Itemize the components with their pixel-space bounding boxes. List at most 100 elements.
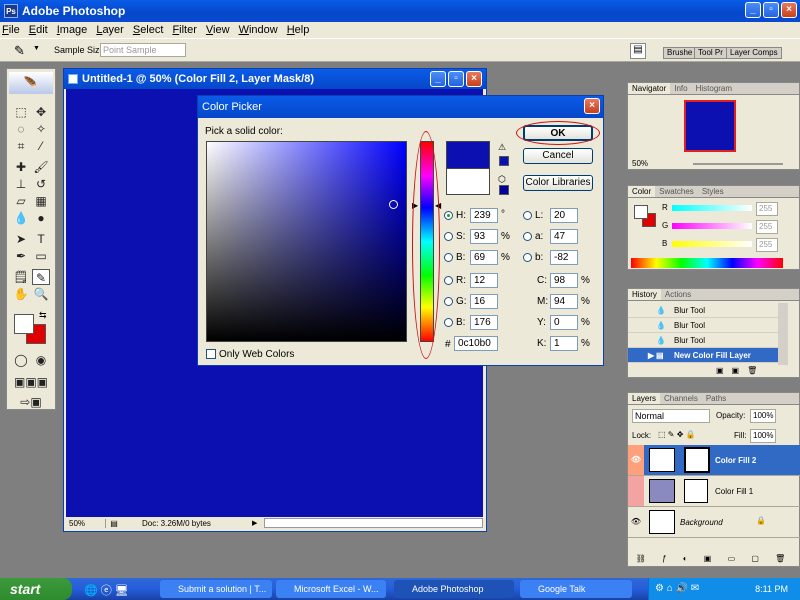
blue-field[interactable]: 176: [470, 315, 498, 330]
lightness-radio[interactable]: [523, 211, 532, 220]
history-item-active[interactable]: ▶ ▤ New Color Fill Layer: [628, 348, 778, 363]
tab-paths[interactable]: Paths: [702, 393, 730, 404]
dodge-tool-icon[interactable]: ●: [32, 210, 50, 226]
crop-tool-icon[interactable]: ⌗: [12, 138, 30, 154]
web-safe-swatch[interactable]: [499, 185, 509, 195]
quick-launch-icons[interactable]: 🌐 ⓔ 🖥: [84, 582, 129, 598]
tab-brushes[interactable]: Brushe: [663, 47, 697, 59]
menu-image[interactable]: Image: [57, 24, 88, 36]
color-picker-title-bar[interactable]: Color Picker ×: [198, 96, 603, 118]
history-item[interactable]: 💧 Blur Tool: [628, 318, 778, 333]
history-item[interactable]: 💧 Blur Tool: [628, 303, 778, 318]
doc-maximize-button[interactable]: ▫: [448, 71, 464, 87]
layer-mask-thumbnail[interactable]: [684, 479, 708, 503]
swap-colors-icon[interactable]: ⇆: [39, 310, 47, 321]
current-color-preview[interactable]: [446, 169, 490, 195]
visibility-eye-icon[interactable]: 👁: [628, 507, 644, 537]
blue-radio[interactable]: [444, 318, 453, 327]
color-picker-close-button[interactable]: ×: [584, 98, 600, 114]
move-tool-icon[interactable]: ✥: [32, 104, 50, 120]
menu-layer[interactable]: Layer: [96, 24, 124, 36]
brush-tool-icon[interactable]: 🖌: [32, 159, 50, 175]
menu-help[interactable]: Help: [287, 24, 310, 36]
tray-icons[interactable]: ⚙ ⌂ 🔊 ✉: [655, 578, 699, 600]
menu-file[interactable]: File: [2, 24, 20, 36]
green-slider[interactable]: [672, 223, 752, 229]
tab-histogram[interactable]: Histogram: [692, 83, 736, 94]
navigator-zoom[interactable]: 50%: [632, 159, 648, 168]
minimize-button[interactable]: _: [745, 2, 761, 18]
a-channel-radio[interactable]: [523, 232, 532, 241]
tab-history[interactable]: History: [628, 289, 661, 300]
opacity-field[interactable]: 100%: [750, 409, 776, 423]
red-value[interactable]: 255: [756, 202, 778, 216]
doc-close-button[interactable]: ×: [466, 71, 482, 87]
tab-channels[interactable]: Channels: [660, 393, 702, 404]
tab-actions[interactable]: Actions: [661, 289, 695, 300]
taskbar-item-google-talk[interactable]: Google Talk: [520, 580, 632, 598]
a-channel-field[interactable]: 47: [550, 229, 578, 244]
maximize-button[interactable]: ▫: [763, 2, 779, 18]
blue-slider[interactable]: [672, 241, 752, 247]
doc-minimize-button[interactable]: _: [430, 71, 446, 87]
blue-value[interactable]: 255: [756, 238, 778, 252]
yellow-field[interactable]: 0: [550, 315, 578, 330]
tab-swatches[interactable]: Swatches: [655, 186, 698, 197]
fill-field[interactable]: 100%: [750, 429, 776, 443]
start-button[interactable]: start: [0, 578, 72, 600]
pen-tool-icon[interactable]: ✒: [12, 248, 30, 264]
green-value[interactable]: 255: [756, 220, 778, 234]
layer-link-box[interactable]: [628, 476, 644, 506]
close-button[interactable]: ×: [781, 2, 797, 18]
tab-styles[interactable]: Styles: [698, 186, 728, 197]
green-radio[interactable]: [444, 297, 453, 306]
saturation-field[interactable]: 93: [470, 229, 498, 244]
tab-layer-comps[interactable]: Layer Comps: [726, 47, 782, 59]
type-tool-icon[interactable]: T: [32, 231, 50, 247]
b-channel-field[interactable]: -82: [550, 250, 578, 265]
navigator-thumbnail[interactable]: [684, 100, 736, 152]
lightness-field[interactable]: 20: [550, 208, 578, 223]
color-fg-swatch[interactable]: [634, 205, 648, 219]
blend-mode-select[interactable]: Normal: [632, 409, 710, 423]
color-ramp[interactable]: [631, 258, 783, 268]
green-field[interactable]: 16: [470, 294, 498, 309]
hex-field[interactable]: 0c10b0: [454, 336, 498, 351]
tab-navigator[interactable]: Navigator: [628, 83, 671, 94]
menu-edit[interactable]: Edit: [29, 24, 48, 36]
menu-select[interactable]: Select: [133, 24, 164, 36]
b-channel-radio[interactable]: [523, 253, 532, 262]
history-item[interactable]: 💧 Blur Tool: [628, 333, 778, 348]
eyedropper-icon[interactable]: ✎: [14, 43, 25, 59]
gradient-tool-icon[interactable]: ▦: [32, 193, 50, 209]
eyedropper-tool-icon[interactable]: ✎: [32, 269, 50, 285]
screen-mode-icons[interactable]: ▣▣▣: [10, 374, 52, 390]
taskbar-item-excel[interactable]: Microsoft Excel - W...: [276, 580, 386, 598]
notes-tool-icon[interactable]: 🗒: [12, 269, 30, 285]
cancel-button[interactable]: Cancel: [523, 148, 593, 164]
quick-mask-icon[interactable]: ◉: [32, 352, 50, 368]
document-title-bar[interactable]: Untitled-1 @ 50% (Color Fill 2, Layer Ma…: [64, 69, 486, 89]
stamp-tool-icon[interactable]: ⊥: [12, 176, 30, 192]
web-colors-checkbox[interactable]: [206, 349, 216, 359]
layer-row[interactable]: Color Fill 1: [628, 476, 800, 507]
navigator-zoom-slider[interactable]: [693, 163, 783, 165]
lasso-tool-icon[interactable]: ◌: [12, 121, 30, 137]
zoom-level[interactable]: 50%: [66, 518, 106, 528]
layers-footer-icons[interactable]: ⛓ ƒ ◐ ▣ ▭ ▢ 🗑: [628, 554, 800, 566]
gamut-swatch[interactable]: [499, 156, 509, 166]
history-brush-icon[interactable]: ↺: [32, 176, 50, 192]
lock-icons[interactable]: ⬚ ✎ ✥ 🔒: [658, 430, 696, 439]
history-scrollbar[interactable]: [778, 303, 788, 365]
visibility-eye-icon[interactable]: 👁: [628, 445, 644, 475]
red-radio[interactable]: [444, 276, 453, 285]
menu-window[interactable]: Window: [239, 24, 278, 36]
menu-filter[interactable]: Filter: [172, 24, 196, 36]
path-selection-icon[interactable]: ➤: [12, 231, 30, 247]
color-field-cursor[interactable]: [389, 200, 398, 209]
tab-layers[interactable]: Layers: [628, 393, 661, 404]
color-libraries-button[interactable]: Color Libraries: [523, 175, 593, 191]
hand-tool-icon[interactable]: ✋: [12, 286, 30, 302]
tool-preset-arrow-icon[interactable]: ▼: [33, 45, 40, 52]
layer-row[interactable]: 👁 Background 🔒: [628, 507, 800, 538]
